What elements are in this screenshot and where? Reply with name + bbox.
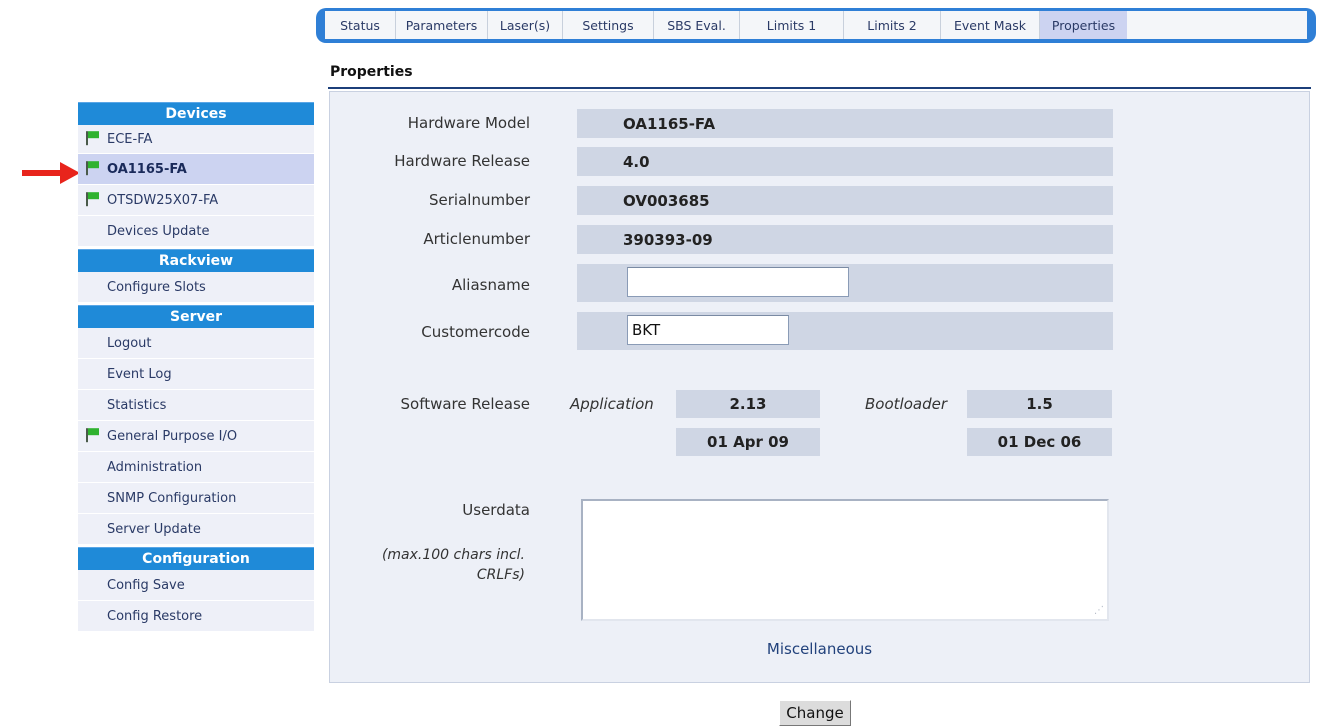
sidebar-item-config-save[interactable]: Config Save	[78, 570, 314, 601]
sidebar-header-server: Server	[78, 305, 314, 328]
sidebar-item-label: Statistics	[107, 397, 167, 413]
customercode-input[interactable]	[627, 315, 789, 345]
green-flag-icon	[86, 428, 99, 443]
bootloader-version: 1.5	[967, 390, 1112, 418]
tab-sbs-eval[interactable]: SBS Eval.	[654, 11, 740, 39]
sidebar-item-label: Logout	[107, 335, 152, 351]
sidebar-item-server-update[interactable]: Server Update	[78, 514, 314, 545]
sidebar-item-oa1165-fa[interactable]: OA1165-FA	[78, 154, 314, 185]
tab-parameters[interactable]: Parameters	[396, 11, 488, 39]
green-flag-icon	[86, 192, 99, 207]
userdata-label: Userdata	[462, 501, 530, 519]
sidebar-header-devices: Devices	[78, 102, 314, 125]
sidebar-item-config-restore[interactable]: Config Restore	[78, 601, 314, 632]
sidebar-item-statistics[interactable]: Statistics	[78, 390, 314, 421]
bootloader-date: 01 Dec 06	[967, 428, 1112, 456]
software-release-label: Software Release	[400, 395, 531, 413]
properties-panel: Hardware Model OA1165-FA Hardware Releas…	[329, 91, 1310, 683]
resize-grip-icon[interactable]: ⋰	[1094, 605, 1104, 616]
hardware-model-value: OA1165-FA	[577, 109, 1113, 138]
aliasname-label: Aliasname	[451, 276, 530, 294]
serialnumber-label: Serialnumber	[429, 191, 530, 209]
hardware-model-label: Hardware Model	[407, 114, 530, 132]
sidebar-item-label: ECE-FA	[107, 131, 153, 147]
tab-event-mask[interactable]: Event Mask	[941, 11, 1040, 39]
sidebar-item-label: Config Save	[107, 577, 185, 593]
sidebar-item-label: Administration	[107, 459, 203, 475]
sidebar-item-label: Devices Update	[107, 223, 210, 239]
tab-status[interactable]: Status	[325, 11, 396, 39]
sidebar-header-configuration: Configuration	[78, 547, 314, 570]
sidebar-item-label: OA1165-FA	[107, 161, 187, 177]
sidebar-header-rackview: Rackview	[78, 249, 314, 272]
tab-settings[interactable]: Settings	[563, 11, 654, 39]
change-button[interactable]: Change	[779, 700, 851, 726]
hardware-release-label: Hardware Release	[394, 152, 530, 170]
green-flag-icon	[86, 131, 99, 146]
customercode-label: Customercode	[421, 323, 530, 341]
sidebar-item-otsdw25x07-fa[interactable]: OTSDW25X07-FA	[78, 185, 314, 216]
application-version: 2.13	[676, 390, 820, 418]
tab-bar: Status Parameters Laser(s) Settings SBS …	[316, 8, 1316, 43]
serialnumber-value: OV003685	[577, 186, 1113, 215]
sidebar-item-administration[interactable]: Administration	[78, 452, 314, 483]
userdata-hint: (max.100 chars incl. CRLFs)	[381, 547, 525, 583]
sidebar-item-event-log[interactable]: Event Log	[78, 359, 314, 390]
tab-properties[interactable]: Properties	[1040, 11, 1127, 39]
bootloader-label: Bootloader	[865, 395, 947, 413]
sidebar-item-label: Event Log	[107, 366, 172, 382]
sidebar-item-ece-fa[interactable]: ECE-FA	[78, 125, 314, 154]
sidebar: Devices ECE-FA OA1165-FA OTSDW25X07-FA D…	[78, 100, 314, 632]
hardware-release-value: 4.0	[577, 147, 1113, 176]
articlenumber-value: 390393-09	[577, 225, 1113, 254]
green-flag-icon	[86, 161, 99, 176]
miscellaneous-link[interactable]: Miscellaneous	[330, 640, 1309, 658]
title-divider	[328, 87, 1311, 89]
sidebar-item-snmp-configuration[interactable]: SNMP Configuration	[78, 483, 314, 514]
sidebar-item-label: Config Restore	[107, 608, 203, 624]
red-arrow-icon	[22, 162, 80, 184]
tab-lasers[interactable]: Laser(s)	[488, 11, 563, 39]
page-title: Properties	[330, 64, 413, 80]
sidebar-item-label: Configure Slots	[107, 279, 206, 295]
tab-limits-1[interactable]: Limits 1	[740, 11, 844, 39]
tab-bar-inner: Status Parameters Laser(s) Settings SBS …	[325, 11, 1307, 39]
sidebar-item-general-purpose-io[interactable]: General Purpose I/O	[78, 421, 314, 452]
sidebar-item-label: SNMP Configuration	[107, 490, 237, 506]
tab-limits-2[interactable]: Limits 2	[844, 11, 941, 39]
application-date: 01 Apr 09	[676, 428, 820, 456]
sidebar-item-devices-update[interactable]: Devices Update	[78, 216, 314, 247]
application-label: Application	[570, 395, 654, 413]
sidebar-item-configure-slots[interactable]: Configure Slots	[78, 272, 314, 303]
articlenumber-label: Articlenumber	[423, 230, 530, 248]
userdata-textarea[interactable]: ⋰	[581, 499, 1109, 621]
sidebar-item-logout[interactable]: Logout	[78, 328, 314, 359]
sidebar-item-label: General Purpose I/O	[107, 428, 238, 444]
sidebar-item-label: OTSDW25X07-FA	[107, 192, 219, 208]
aliasname-input[interactable]	[627, 267, 849, 297]
sidebar-item-label: Server Update	[107, 521, 201, 537]
